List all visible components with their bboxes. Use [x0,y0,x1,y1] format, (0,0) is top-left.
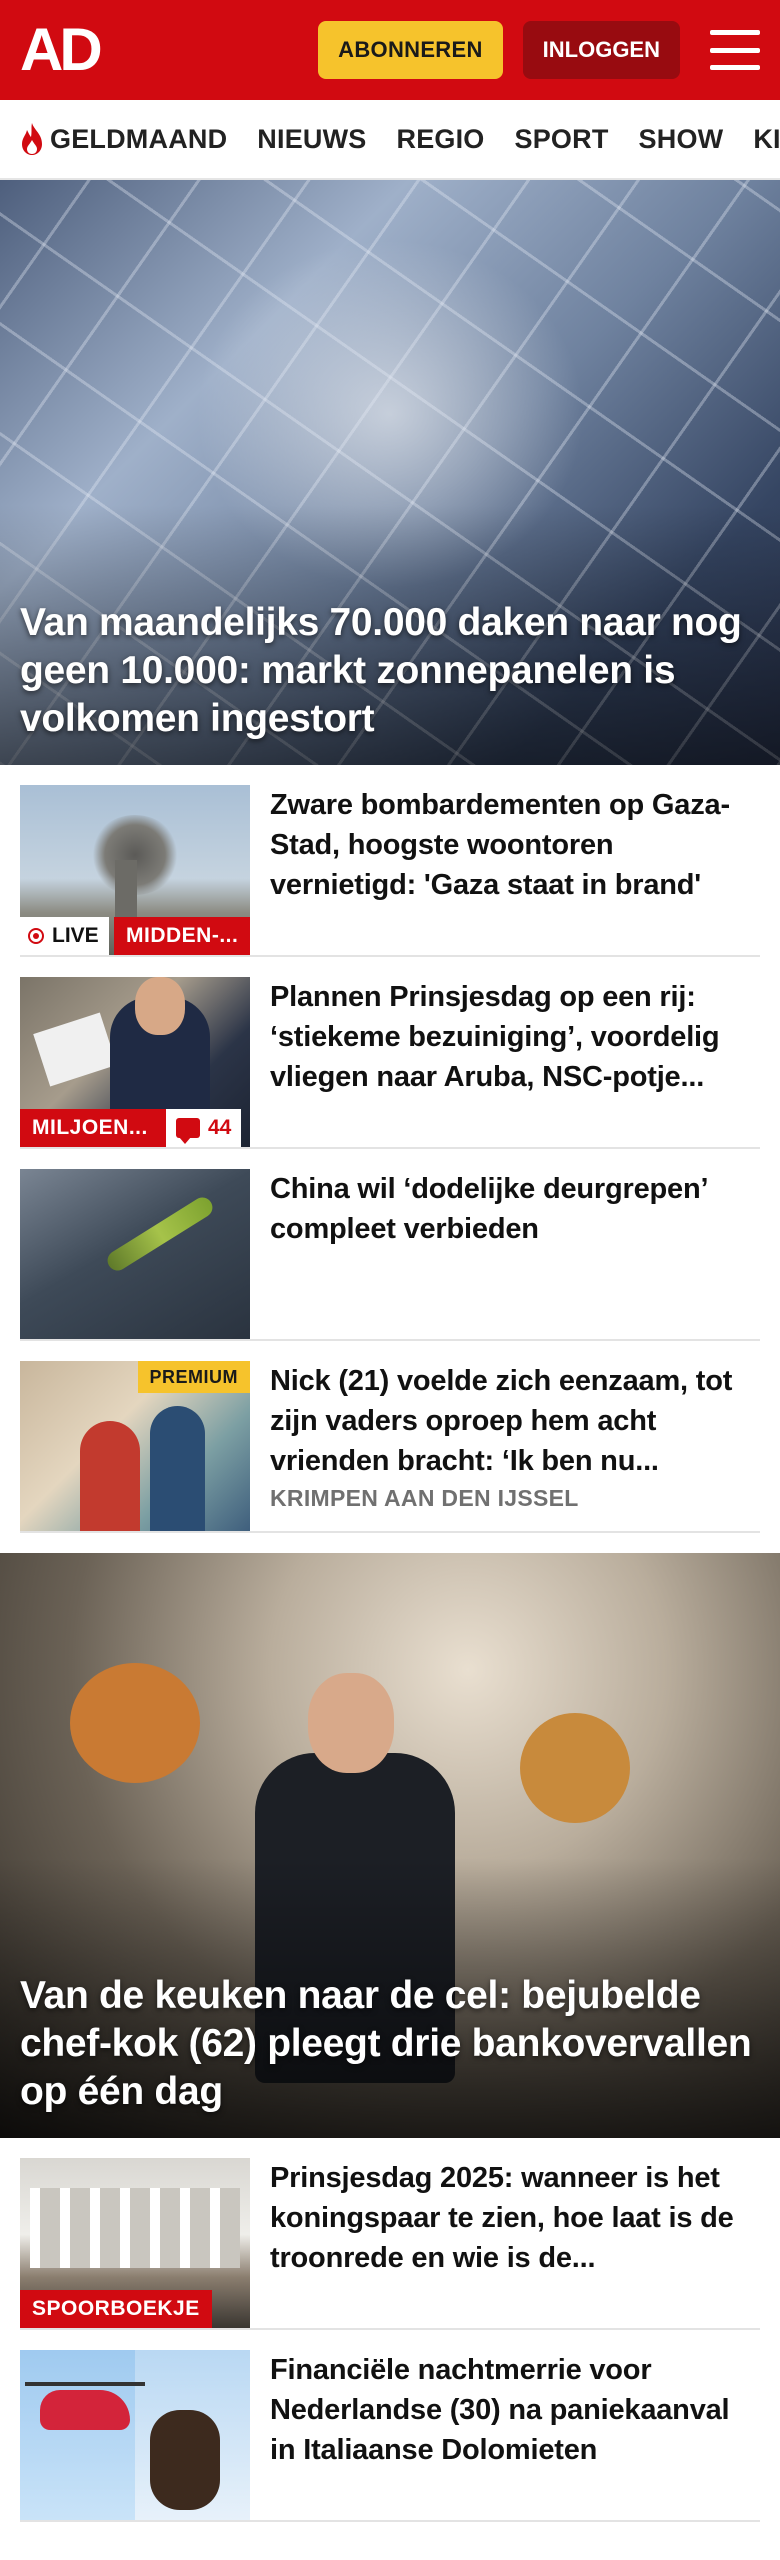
hero-article-chef[interactable]: Van de keuken naar de cel: bejubelde che… [0,1553,780,2138]
hero-title[interactable]: Van de keuken naar de cel: bejubelde che… [20,1972,760,2116]
comment-icon [176,1118,200,1144]
hero-title[interactable]: Van maandelijks 70.000 daken naar nog ge… [20,599,760,743]
list-item[interactable]: PREMIUM Nick (21) voelde zich eenzaam, t… [20,1341,760,1533]
article-thumbnail [20,1169,250,1339]
section-nav: GELDMAAND NIEUWS REGIO SPORT SHOW KIJK [0,100,780,180]
article-thumbnail [20,2350,250,2520]
site-header: AD ABONNEREN INLOGGEN [0,0,780,100]
nav-item-nieuws[interactable]: NIEUWS [257,124,366,155]
header-actions: ABONNEREN INLOGGEN [318,21,760,79]
ad-logo[interactable]: AD [20,20,103,80]
article-thumbnail: SPOORBOEKJE [20,2158,250,2328]
comment-count[interactable]: 44 [166,1109,242,1147]
premium-badge: PREMIUM [137,1361,250,1393]
article-thumbnail: PREMIUM [20,1361,250,1531]
list-item[interactable]: LIVE MIDDEN-... Zware bombardementen op … [20,765,760,957]
flame-icon [22,123,42,155]
category-tag: MIDDEN-... [114,917,250,955]
article-list: SPOORBOEKJE Prinsjesdag 2025: wanneer is… [0,2138,780,2522]
hero-article-solar[interactable]: Van maandelijks 70.000 daken naar nog ge… [0,180,780,765]
article-title[interactable]: Plannen Prinsjesdag op een rij: ‘stiekem… [270,977,760,1097]
list-item[interactable]: China wil ‘dodelijke deurgrepen’ complee… [20,1149,760,1341]
live-dot-icon [28,928,44,944]
article-list: LIVE MIDDEN-... Zware bombardementen op … [0,765,780,1533]
list-item[interactable]: MILJOEN... 44 Plannen Prinsjesdag op een… [20,957,760,1149]
article-thumbnail: MILJOEN... 44 [20,977,250,1147]
hamburger-menu-icon[interactable] [710,30,760,70]
category-tag: SPOORBOEKJE [20,2290,212,2328]
nav-item-kijk[interactable]: KIJK [753,124,780,155]
article-title[interactable]: China wil ‘dodelijke deurgrepen’ complee… [270,1169,760,1249]
login-button[interactable]: INLOGGEN [522,21,680,79]
subscribe-button[interactable]: ABONNEREN [318,21,503,79]
nav-item-show[interactable]: SHOW [639,124,724,155]
nav-item-regio[interactable]: REGIO [397,124,485,155]
category-tag: MILJOEN... [20,1109,166,1147]
list-item[interactable]: Financiële nachtmerrie voor Nederlandse … [20,2330,760,2522]
list-item[interactable]: SPOORBOEKJE Prinsjesdag 2025: wanneer is… [20,2138,760,2330]
article-title[interactable]: Nick (21) voelde zich eenzaam, tot zijn … [270,1361,760,1481]
nav-item-geldmaand[interactable]: GELDMAAND [18,122,227,156]
article-location: KRIMPEN AAN DEN IJSSEL [270,1485,579,1511]
nav-item-sport[interactable]: SPORT [515,124,609,155]
article-thumbnail: LIVE MIDDEN-... [20,785,250,955]
live-badge: LIVE [20,917,109,955]
article-title[interactable]: Zware bombardementen op Gaza-Stad, hoogs… [270,785,760,905]
article-title[interactable]: Prinsjesdag 2025: wanneer is het konings… [270,2158,760,2278]
article-title[interactable]: Financiële nachtmerrie voor Nederlandse … [270,2350,760,2470]
nav-label: GELDMAAND [50,123,228,154]
